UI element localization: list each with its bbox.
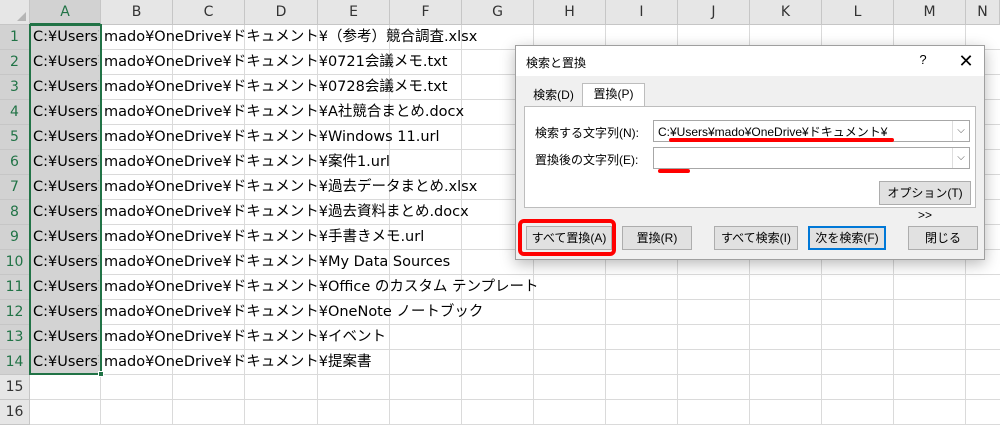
column-header-k[interactable]: K <box>750 0 822 25</box>
row-header-16[interactable]: 16 <box>0 400 30 425</box>
row-header-9[interactable]: 9 <box>0 225 30 250</box>
column-header-j[interactable]: J <box>678 0 750 25</box>
row-header-7[interactable]: 7 <box>0 175 30 200</box>
close-button[interactable]: 閉じる <box>908 226 978 250</box>
row-header-4[interactable]: 4 <box>0 100 30 125</box>
replace-input[interactable]: ⌵ <box>653 147 970 169</box>
column-a-selection-border <box>29 24 102 375</box>
cell-overflow-text: mado¥OneDrive¥ドキュメント¥（参考）競合調査.xlsx <box>104 29 478 45</box>
cell-overflow-text: mado¥OneDrive¥ドキュメント¥Windows 11.url <box>104 129 440 145</box>
row-header-3[interactable]: 3 <box>0 75 30 100</box>
row-header-6[interactable]: 6 <box>0 150 30 175</box>
column-header-l[interactable]: L <box>822 0 894 25</box>
row-header-8[interactable]: 8 <box>0 200 30 225</box>
column-header-m[interactable]: M <box>894 0 966 25</box>
chevron-down-icon[interactable]: ⌵ <box>952 121 969 141</box>
cell-overflow-text: mado¥OneDrive¥ドキュメント¥手書きメモ.url <box>104 229 425 245</box>
row-header-1[interactable]: 1 <box>0 25 30 50</box>
cell-overflow-text: mado¥OneDrive¥ドキュメント¥過去データまとめ.xlsx <box>104 179 478 195</box>
cell-overflow-text: mado¥OneDrive¥ドキュメント¥0721会議メモ.txt <box>104 54 448 70</box>
column-header-g[interactable]: G <box>462 0 534 25</box>
row-header-13[interactable]: 13 <box>0 325 30 350</box>
cell-overflow-text: mado¥OneDrive¥ドキュメント¥提案書 <box>104 354 372 370</box>
row-header-10[interactable]: 10 <box>0 250 30 275</box>
replace-label: 置換後の文字列(E): <box>535 153 639 167</box>
options-button[interactable]: オプション(T) >> <box>879 181 971 222</box>
row-header-14[interactable]: 14 <box>0 350 30 375</box>
dialog-title: 検索と置換 <box>526 56 587 70</box>
find-label: 検索する文字列(N): <box>535 126 639 140</box>
red-underline-find <box>669 138 894 142</box>
red-highlight-box <box>518 219 616 256</box>
fill-handle[interactable] <box>98 371 104 377</box>
tab-search[interactable]: 検索(D) <box>526 85 581 107</box>
column-header-f[interactable]: F <box>390 0 462 25</box>
row-header-5[interactable]: 5 <box>0 125 30 150</box>
chevron-down-icon[interactable]: ⌵ <box>952 148 969 168</box>
replace-button[interactable]: 置換(R) <box>622 226 692 250</box>
find-all-button[interactable]: すべて検索(I) <box>714 226 798 250</box>
cell-a11[interactable]: C:¥Users¥mado¥OneDrive¥ドキュメント¥Office のカス… <box>33 275 539 300</box>
cell-overflow-text: mado¥OneDrive¥ドキュメント¥Office のカスタム テンプレート <box>104 279 539 295</box>
select-all-corner[interactable] <box>0 0 30 25</box>
row-header-2[interactable]: 2 <box>0 50 30 75</box>
tab-replace[interactable]: 置換(P) <box>582 83 645 107</box>
row-gridline <box>30 399 1000 400</box>
cell-overflow-text: mado¥OneDrive¥ドキュメント¥A社競合まとめ.docx <box>104 104 465 120</box>
row-header-12[interactable]: 12 <box>0 300 30 325</box>
cell-overflow-text: mado¥OneDrive¥ドキュメント¥My Data Sources <box>104 254 451 270</box>
close-icon[interactable]: ✕ <box>954 49 978 73</box>
row-header-15[interactable]: 15 <box>0 375 30 400</box>
cell-overflow-text: mado¥OneDrive¥ドキュメント¥OneNote ノートブック <box>104 304 484 320</box>
column-header-e[interactable]: E <box>318 0 390 25</box>
cell-overflow-text: mado¥OneDrive¥ドキュメント¥案件1.url <box>104 154 390 170</box>
help-button[interactable]: ? <box>913 52 933 72</box>
dialog-titlebar[interactable]: 検索と置換 ? ✕ <box>516 46 984 76</box>
cell-overflow-text: mado¥OneDrive¥ドキュメント¥過去資料まとめ.docx <box>104 204 469 220</box>
column-gridline <box>461 25 462 425</box>
cell-overflow-text: mado¥OneDrive¥ドキュメント¥0728会議メモ.txt <box>104 79 448 95</box>
find-next-button[interactable]: 次を検索(F) <box>808 226 886 250</box>
column-header-c[interactable]: C <box>173 0 245 25</box>
column-header-i[interactable]: I <box>606 0 678 25</box>
row-header-11[interactable]: 11 <box>0 275 30 300</box>
red-underline-replace <box>658 169 690 173</box>
column-header-h[interactable]: H <box>534 0 606 25</box>
column-header-b[interactable]: B <box>101 0 173 25</box>
column-header-d[interactable]: D <box>245 0 318 25</box>
find-replace-dialog: 検索と置換 ? ✕ 検索(D) 置換(P) 検索する文字列(N): C:¥Use… <box>515 45 985 260</box>
replace-panel: 検索する文字列(N): C:¥Users¥mado¥OneDrive¥ドキュメン… <box>524 106 976 222</box>
cell-overflow-text: mado¥OneDrive¥ドキュメント¥イベント <box>104 329 386 345</box>
column-header-n[interactable]: N <box>966 0 1000 25</box>
column-header-a[interactable]: A <box>30 0 101 25</box>
